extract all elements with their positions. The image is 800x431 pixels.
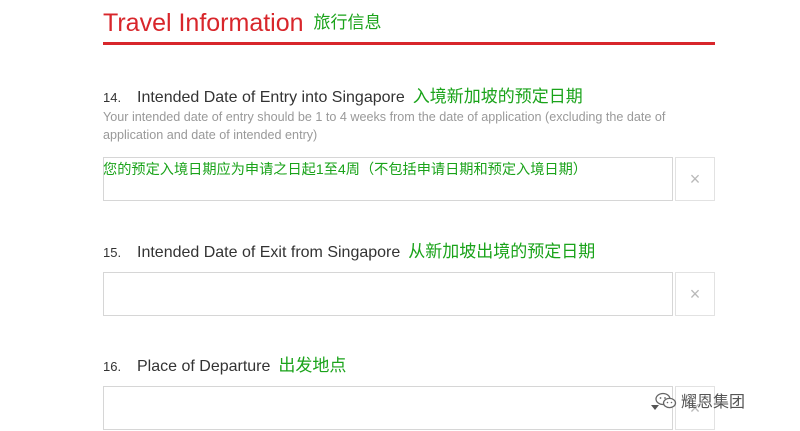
- watermark: 耀恩集团: [655, 388, 745, 415]
- watermark-text: 耀恩集团: [681, 394, 746, 411]
- question-text: Intended Date of Exit from Singapore: [137, 244, 401, 261]
- question-text: Intended Date of Entry into Singapore: [137, 89, 405, 106]
- question-number: 14.: [103, 90, 122, 105]
- section-title-en: Travel Information: [103, 9, 304, 37]
- entry-date-help-cn: 您的预定入境日期应为申请之日起1至4周（不包括申请日期和预定入境日期）: [103, 162, 587, 178]
- entry-date-clear-button[interactable]: ×: [675, 157, 715, 201]
- close-icon: ×: [689, 284, 701, 304]
- section-title-cn: 旅行信息: [313, 13, 382, 33]
- question-15-label: 15. Intended Date of Exit from Singapore 从…: [103, 237, 595, 262]
- question-text-cn: 出发地点: [278, 356, 347, 376]
- exit-date-clear-button[interactable]: ×: [675, 272, 715, 316]
- section-divider: [103, 42, 715, 45]
- entry-date-help-text: Your intended date of entry should be 1 …: [103, 110, 666, 142]
- section-title: Travel Information 旅行信息: [103, 8, 382, 38]
- question-14-label: 14. Intended Date of Entry into Singapore…: [103, 82, 583, 107]
- question-text-cn: 入境新加坡的预定日期: [412, 87, 583, 107]
- question-text-cn: 从新加坡出境的预定日期: [408, 242, 596, 262]
- wechat-icon: [655, 392, 677, 415]
- exit-date-input[interactable]: [103, 272, 673, 316]
- close-icon: ×: [689, 169, 701, 189]
- question-16-label: 16. Place of Departure 出发地点: [103, 351, 346, 376]
- departure-place-select[interactable]: [103, 386, 673, 430]
- question-text: Place of Departure: [137, 358, 271, 375]
- question-number: 16.: [103, 359, 122, 374]
- question-number: 15.: [103, 245, 122, 260]
